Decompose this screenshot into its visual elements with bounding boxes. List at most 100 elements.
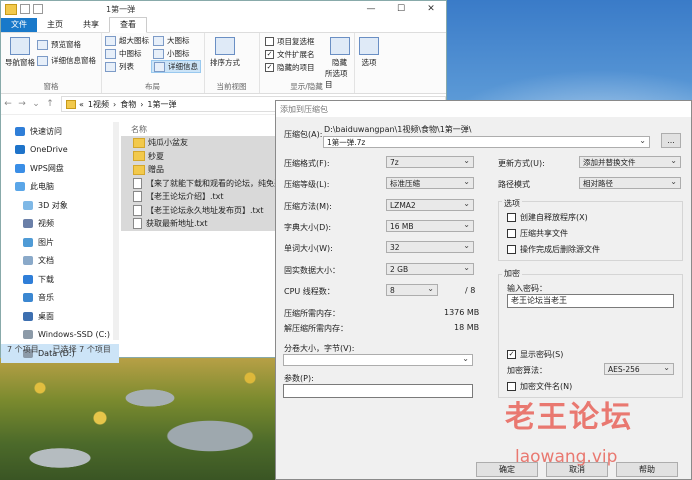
desktop-icon xyxy=(23,311,33,321)
sfx-checkbox[interactable]: 创建自释放程序(X) xyxy=(507,212,588,223)
tab-view[interactable]: 查看 xyxy=(109,17,147,33)
sidebar-item-label: Windows-SSD (C:) xyxy=(38,330,110,340)
medium-icons-option[interactable]: 中图标 xyxy=(105,48,142,59)
tab-share[interactable]: 共享 xyxy=(73,18,109,32)
sidebar-item-pictures[interactable]: 图片 xyxy=(1,233,119,252)
download-icon xyxy=(23,274,33,284)
encryption-method-select[interactable]: AES-256 xyxy=(604,362,674,375)
tab-file[interactable]: 文件 xyxy=(1,18,37,32)
format-select[interactable]: 7z xyxy=(386,155,474,168)
up-icon[interactable]: ↑ xyxy=(43,99,57,109)
checkbox-checked-icon: ✓ xyxy=(507,350,516,359)
list-item[interactable]: 赠品 xyxy=(121,163,281,177)
password-input[interactable]: 老王论坛当老王 xyxy=(507,294,674,308)
sidebar-item-onedrive[interactable]: OneDrive xyxy=(1,141,119,160)
maximize-icon[interactable]: ☐ xyxy=(386,1,416,17)
item-checkboxes-toggle[interactable]: 项目复选框 xyxy=(265,36,315,47)
sidebar-item-quick-access[interactable]: 快速访问 xyxy=(1,122,119,141)
forward-icon[interactable]: → xyxy=(15,99,29,109)
details-label: 详细信息 xyxy=(168,62,198,71)
close-icon[interactable]: ✕ xyxy=(416,1,446,17)
sidebar-item-this-pc[interactable]: 此电脑 xyxy=(1,178,119,197)
explorer-titlebar: 1第一弹 — ☐ ✕ xyxy=(1,1,446,17)
solid-select[interactable]: 2 GB xyxy=(386,262,474,275)
properties-icon[interactable] xyxy=(33,4,43,14)
sidebar-item-label: 下载 xyxy=(38,274,54,284)
xl-icons-icon xyxy=(105,35,116,46)
list-item[interactable]: 获取最新地址.txt xyxy=(121,217,281,231)
checkbox-icon[interactable] xyxy=(20,4,30,14)
params-input[interactable] xyxy=(283,384,473,398)
folder-icon xyxy=(133,151,145,162)
archive-name-field[interactable]: 1第一弹.7z xyxy=(323,135,650,148)
threads-label: CPU 线程数： xyxy=(284,287,335,296)
hidden-items-toggle[interactable]: ✓ 隐藏的项目 xyxy=(265,62,315,73)
back-icon[interactable]: ← xyxy=(1,99,15,109)
dict-select[interactable]: 16 MB xyxy=(386,219,474,232)
chevron-down-icon[interactable]: ⌄ xyxy=(29,99,43,109)
sidebar-item-documents[interactable]: 文档 xyxy=(1,252,119,271)
show-password-checkbox[interactable]: ✓ 显示密码(S) xyxy=(507,349,563,360)
nav-pane-label: 导航窗格 xyxy=(5,58,35,67)
mem-decompress-label: 解压缩所需内存： xyxy=(284,324,348,333)
current-view-group: 排序方式 当前视图 xyxy=(204,33,260,93)
nav-pane-button[interactable]: 导航窗格 xyxy=(5,37,35,68)
hide-icon xyxy=(329,37,350,55)
method-select[interactable]: LZMA2 xyxy=(386,198,474,211)
sidebar-item-videos[interactable]: 视频 xyxy=(1,215,119,234)
panes-group-label: 窗格 xyxy=(43,82,59,91)
panes-group: 导航窗格 预览窗格 详细信息窗格 窗格 xyxy=(1,33,102,93)
breadcrumb-item[interactable]: 食物 xyxy=(120,99,136,110)
threads-select[interactable]: 8 xyxy=(386,283,438,296)
browse-button[interactable]: ... xyxy=(661,133,681,148)
tab-home[interactable]: 主页 xyxy=(37,18,73,32)
breadcrumb-item[interactable]: 1第一弹 xyxy=(147,99,176,110)
update-label: 更新方式(U): xyxy=(498,159,545,168)
hidden-items-label: 隐藏的项目 xyxy=(277,63,315,72)
word-select[interactable]: 32 xyxy=(386,240,474,253)
options-icon xyxy=(359,37,379,55)
chevron-right-icon: › xyxy=(140,99,144,109)
minimize-icon[interactable]: — xyxy=(356,1,386,17)
sidebar-item-downloads[interactable]: 下载 xyxy=(1,270,119,289)
preview-pane-icon xyxy=(37,39,48,50)
details-option[interactable]: 详细信息 xyxy=(151,60,201,73)
list-item[interactable]: 【老王论坛永久地址发布页】.txt xyxy=(121,203,281,217)
format-label: 压缩格式(F): xyxy=(284,159,330,168)
column-header-name[interactable]: 名称 xyxy=(121,122,281,136)
large-icons-option[interactable]: 大图标 xyxy=(153,35,190,46)
list-item[interactable]: 秒夏 xyxy=(121,149,281,163)
picture-icon xyxy=(23,237,33,247)
list-item[interactable]: 【来了就能下载和观看的论坛，纯免费! xyxy=(121,176,281,190)
list-option[interactable]: 列表 xyxy=(105,61,134,72)
ribbon-tabs: 文件 主页 共享 查看 xyxy=(1,17,446,33)
update-select[interactable]: 添加并替换文件 xyxy=(579,155,681,168)
small-icons-option[interactable]: 小图标 xyxy=(153,48,190,59)
delete-source-checkbox[interactable]: 操作完成后删除源文件 xyxy=(507,244,600,255)
preview-pane-button[interactable]: 预览窗格 xyxy=(37,39,81,50)
nav-pane-icon xyxy=(10,37,30,55)
xl-icons-option[interactable]: 超大图标 xyxy=(105,35,149,46)
cube-icon xyxy=(23,200,33,210)
list-item[interactable]: 【老王论坛介绍】.txt xyxy=(121,190,281,204)
details-pane-button[interactable]: 详细信息窗格 xyxy=(37,55,96,66)
dict-label: 字典大小(D): xyxy=(284,223,332,232)
options-button[interactable]: 选项 xyxy=(359,37,379,68)
breadcrumb-item[interactable]: 1视频 xyxy=(88,99,109,110)
list-item[interactable]: 炖瓜小盆友 xyxy=(121,136,281,150)
split-select[interactable] xyxy=(283,353,473,366)
level-select[interactable]: 标准压缩 xyxy=(386,176,474,189)
help-button[interactable]: 帮助 xyxy=(616,462,678,477)
sidebar-item-3d[interactable]: 3D 对象 xyxy=(1,196,119,215)
path-mode-select[interactable]: 相对路径 xyxy=(579,176,681,189)
sort-by-button[interactable]: 排序方式 xyxy=(210,37,240,68)
sidebar-item-music[interactable]: 音乐 xyxy=(1,289,119,308)
sidebar-item-wps[interactable]: WPS网盘 xyxy=(1,159,119,178)
folder-icon xyxy=(133,137,145,148)
breadcrumb-overflow[interactable]: « xyxy=(79,100,84,109)
encrypt-names-checkbox[interactable]: 加密文件名(N) xyxy=(507,381,572,392)
sidebar-scrollbar[interactable] xyxy=(113,122,119,340)
sidebar-item-desktop[interactable]: 桌面 xyxy=(1,307,119,326)
shared-checkbox[interactable]: 压缩共享文件 xyxy=(507,228,568,239)
file-ext-toggle[interactable]: ✓ 文件扩展名 xyxy=(265,49,315,60)
